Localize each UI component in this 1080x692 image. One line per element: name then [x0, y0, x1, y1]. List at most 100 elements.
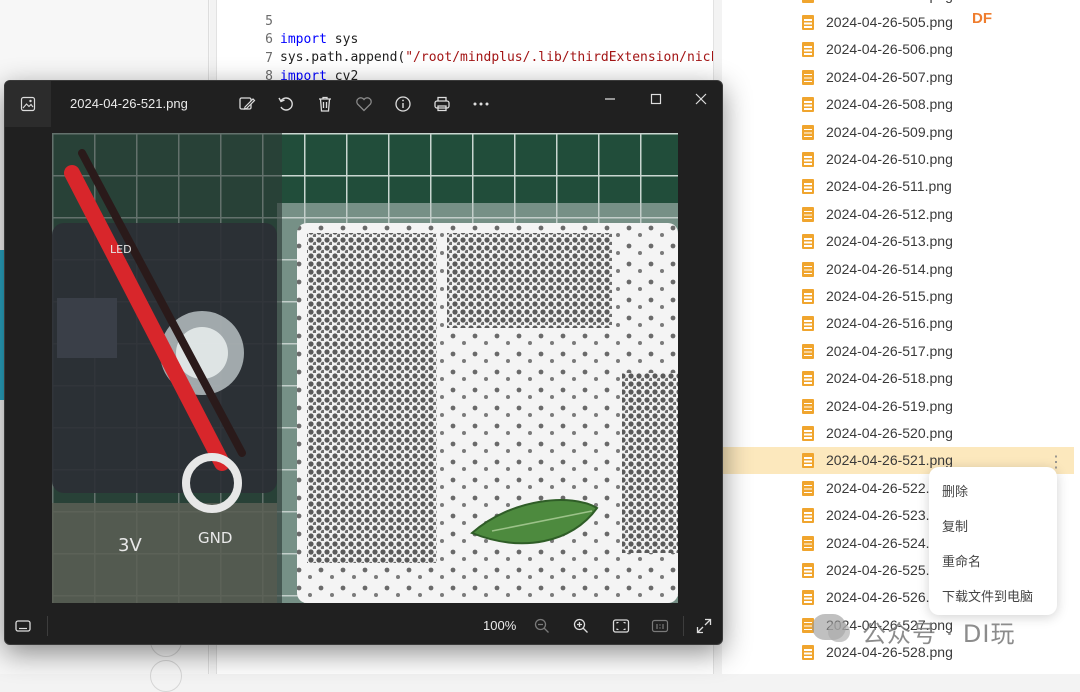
actual-size-button[interactable] — [648, 614, 672, 638]
photo-gnd-label: GND — [198, 529, 232, 547]
file-row[interactable]: 2024-04-26-517.png — [722, 338, 1074, 365]
menu-item-rename[interactable]: 重命名 — [942, 551, 981, 570]
photo-display[interactable]: LED 3V GND — [52, 133, 678, 603]
document-icon — [802, 0, 814, 3]
file-name: 2024-04-26-508.png — [826, 96, 953, 113]
photo-viewer-window: 2024-04-26-521.png LED 3V GND 100% — [4, 80, 723, 645]
wechat-logo — [812, 614, 850, 642]
file-name: 2024-04-26-512.png — [826, 205, 953, 222]
document-icon — [802, 508, 814, 524]
document-icon — [802, 535, 814, 551]
menu-item-delete[interactable]: 删除 — [942, 481, 968, 500]
favorite-button[interactable] — [352, 92, 376, 116]
fit-to-window-icon — [612, 619, 630, 633]
menu-item-download[interactable]: 下载文件到电脑 — [942, 586, 1033, 605]
maximize-icon — [650, 93, 662, 105]
photo-led-label: LED — [110, 243, 132, 256]
rotate-button[interactable] — [274, 92, 298, 116]
zoom-out-button[interactable] — [530, 614, 554, 638]
zoom-in-button[interactable] — [569, 614, 593, 638]
file-name: 2024-04-26-520.png — [826, 425, 953, 441]
gallery-icon — [20, 96, 36, 112]
file-name: 2024-04-26-505.png — [826, 14, 953, 30]
edit-image-icon — [239, 97, 256, 110]
file-name: 2024-04-26-517.png — [826, 342, 953, 359]
minimize-icon — [605, 98, 615, 100]
edit-image-button[interactable] — [235, 92, 259, 116]
file-row[interactable]: 2024-04-26-506.png — [722, 36, 1074, 63]
document-icon — [802, 590, 814, 606]
document-icon — [802, 480, 814, 496]
file-row[interactable]: 2024-04-26-519.png — [722, 393, 1074, 420]
code-line: 8 import siot — [217, 50, 366, 102]
zoom-out-icon — [534, 618, 549, 633]
filmstrip-icon — [15, 620, 31, 632]
file-row[interactable]: 2024-04-26-510.png — [722, 146, 1074, 173]
menu-item-copy[interactable]: 复制 — [942, 516, 968, 535]
actual-size-icon — [651, 619, 669, 633]
maximize-button[interactable] — [638, 87, 674, 111]
circle-button[interactable] — [150, 660, 182, 692]
filmstrip-button[interactable] — [11, 614, 35, 638]
file-name: 2024-04-26-511.png — [826, 178, 952, 195]
file-name: 2024-04-26-519.png — [826, 397, 953, 414]
info-button[interactable] — [391, 92, 415, 116]
keyword: import — [280, 32, 327, 47]
string-literal: "/root/mindplus/.lib/thirdExtension/nick… — [405, 50, 714, 65]
code-text: sys.path.append( — [280, 50, 406, 65]
fullscreen-button[interactable] — [692, 614, 716, 638]
file-row[interactable]: 2024-04-26-504.png — [722, 0, 1074, 9]
file-row[interactable]: 2024-04-26-515.png — [722, 283, 1074, 310]
df-badge: DF — [972, 10, 992, 27]
document-icon — [802, 206, 814, 222]
context-menu: 删除 复制 重命名 下载文件到电脑 — [929, 467, 1057, 615]
file-name: 2024-04-26-514.png — [826, 260, 953, 277]
photo-3v-label: 3V — [118, 535, 142, 556]
document-icon — [802, 398, 814, 414]
minimize-button[interactable] — [592, 87, 628, 111]
document-icon — [802, 453, 814, 469]
zoom-level[interactable]: 100% — [483, 606, 516, 644]
file-name: 2024-04-26-516.png — [826, 315, 953, 332]
file-row[interactable]: 2024-04-26-512.png — [722, 201, 1074, 228]
delete-icon — [319, 96, 331, 112]
file-row[interactable]: 2024-04-26-518.png — [722, 365, 1074, 392]
document-icon — [802, 371, 814, 387]
favorite-icon — [356, 97, 372, 112]
document-icon — [802, 15, 814, 30]
close-button[interactable] — [683, 87, 719, 111]
separator — [47, 616, 48, 636]
gallery-button[interactable] — [5, 81, 51, 127]
file-name: 2024-04-26-507.png — [826, 68, 953, 85]
delete-button[interactable] — [313, 92, 337, 116]
file-row[interactable]: 2024-04-26-509.png — [722, 119, 1074, 146]
fit-to-window-button[interactable] — [609, 614, 633, 638]
document-icon — [802, 42, 814, 58]
document-icon — [802, 234, 814, 250]
file-row[interactable]: 2024-04-26-505.png — [722, 9, 1074, 36]
file-row[interactable]: 2024-04-26-516.png — [722, 310, 1074, 337]
file-row[interactable]: 2024-04-26-513.png — [722, 228, 1074, 255]
document-icon — [802, 316, 814, 332]
file-name: 2024-04-26-504.png — [826, 0, 953, 9]
document-icon — [802, 289, 814, 304]
code-line: 5 import sys — [217, 0, 358, 47]
document-icon — [802, 563, 814, 578]
close-icon — [695, 93, 707, 105]
info-icon — [395, 96, 411, 112]
separator — [683, 616, 684, 636]
document-icon — [802, 179, 814, 195]
file-row[interactable]: 2024-04-26-514.png — [722, 256, 1074, 283]
file-row[interactable]: 2024-04-26-507.png — [722, 64, 1074, 91]
print-button[interactable] — [430, 92, 454, 116]
more-button[interactable] — [469, 92, 493, 116]
file-row[interactable]: 2024-04-26-520.png — [722, 420, 1074, 447]
print-icon — [434, 96, 450, 112]
watermark: 公众号 · DI玩 — [812, 610, 1052, 650]
document-icon — [802, 261, 814, 277]
file-row[interactable]: 2024-04-26-511.png — [722, 173, 1074, 200]
file-row[interactable]: 2024-04-26-508.png — [722, 91, 1074, 118]
rotate-icon — [278, 97, 293, 111]
file-name: 2024-04-26-506.png — [826, 41, 953, 58]
window-title: 2024-04-26-521.png — [70, 96, 188, 111]
